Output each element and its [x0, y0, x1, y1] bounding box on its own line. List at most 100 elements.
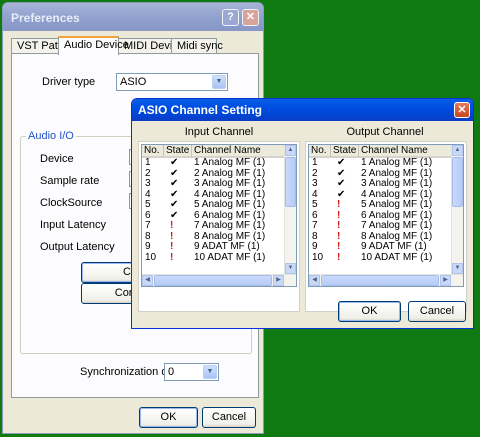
channel-number: 3 — [312, 178, 318, 189]
input-channel-list[interactable]: No. State Channel Name 1 ✔ 1 Analog MF (1)… — [141, 144, 297, 287]
channel-number: 9 — [312, 241, 318, 252]
list-item[interactable]: 10! 10 ADAT MF (1) — [309, 251, 451, 264]
input-vertical-scrollbar[interactable]: ▲ ▼ — [284, 145, 296, 274]
asio-body: Input Channel Output Channel No. State C… — [135, 121, 470, 325]
list-item[interactable]: 5 ✔ 5 Analog MF (1) — [142, 199, 284, 211]
scroll-thumb[interactable] — [285, 157, 296, 207]
preferences-ok-button[interactable]: OK — [139, 407, 198, 428]
sync-delay-select[interactable]: 0 ▼ — [164, 363, 219, 381]
warning-icon: ! — [170, 251, 174, 263]
preferences-titlebar[interactable]: Preferences ? ✕ — [3, 3, 263, 31]
channel-name: 10 ADAT MF (1) — [361, 251, 433, 263]
channel-number: 10 — [312, 251, 324, 263]
asio-close-button[interactable]: ✕ — [454, 102, 470, 118]
sync-delay-value: 0 — [168, 366, 175, 378]
list-item[interactable]: 5! 5 Analog MF (1) — [309, 199, 451, 211]
scroll-thumb[interactable] — [452, 157, 463, 207]
output-channel-list[interactable]: No. State Channel Name 1 ✔ 1 Analog MF (1)… — [308, 144, 464, 287]
preferences-cancel-button[interactable]: Cancel — [202, 407, 256, 428]
output-latency-label: Output Latency — [40, 241, 115, 253]
col-state[interactable]: State — [331, 145, 359, 158]
warning-icon: ! — [337, 241, 341, 252]
list-item[interactable]: 10! 10 ADAT MF (1) — [142, 251, 284, 264]
chevron-down-icon: ▼ — [212, 75, 226, 89]
check-icon: ✔ — [337, 178, 346, 189]
scroll-down-icon[interactable]: ▼ — [285, 263, 296, 274]
channel-name: 9 ADAT MF (1) — [194, 241, 260, 252]
list-item[interactable]: 1 ✔ 1 Analog MF (1) — [142, 157, 284, 169]
tab-audio-device[interactable]: Audio Device — [58, 36, 129, 55]
list-item[interactable]: 1 ✔ 1 Analog MF (1) — [309, 157, 451, 169]
tab-midi-sync[interactable]: Midi sync — [171, 38, 223, 54]
check-icon: ✔ — [170, 178, 179, 189]
warning-icon: ! — [337, 251, 341, 263]
scroll-thumb[interactable] — [321, 275, 439, 286]
output-list-rows: 1 ✔ 1 Analog MF (1) 2 ✔ 2 Analog MF (1) 3 ✔ 3 An… — [309, 157, 451, 264]
check-icon: ✔ — [170, 157, 179, 168]
output-vertical-scrollbar[interactable]: ▲ ▼ — [451, 145, 463, 274]
input-latency-label: Input Latency — [40, 219, 107, 231]
channel-number: 3 — [145, 178, 151, 189]
channel-number: 5 — [312, 199, 318, 210]
channel-number: 10 — [145, 251, 157, 263]
channel-name: 9 ADAT MF (1) — [361, 241, 427, 252]
asio-cancel-button[interactable]: Cancel — [408, 301, 466, 322]
channel-name: 1 Analog MF (1) — [194, 157, 266, 168]
tab-vst-path[interactable]: VST Path — [11, 38, 64, 54]
input-channel-title: Input Channel — [184, 126, 254, 138]
warning-icon: ! — [337, 199, 341, 210]
channel-number: 5 — [145, 199, 151, 210]
warning-icon: ! — [337, 220, 341, 231]
scroll-down-icon[interactable]: ▼ — [452, 263, 463, 274]
channel-number: 9 — [145, 241, 151, 252]
channel-name: 5 Analog MF (1) — [194, 199, 266, 210]
list-item[interactable]: 3 ✔ 3 Analog MF (1) — [142, 178, 284, 190]
scroll-left-icon[interactable]: ◀ — [309, 275, 320, 286]
scroll-up-icon[interactable]: ▲ — [452, 145, 463, 156]
channel-name: 1 Analog MF (1) — [361, 157, 433, 168]
check-icon: ✔ — [170, 199, 179, 210]
output-horizontal-scrollbar[interactable]: ◀ ▶ — [309, 274, 463, 286]
list-item[interactable]: 9! 9 ADAT MF (1) — [309, 241, 451, 253]
channel-number: 7 — [312, 220, 318, 231]
driver-type-label: Driver type — [42, 76, 96, 88]
help-button[interactable]: ? — [222, 9, 239, 26]
channel-number: 1 — [312, 157, 318, 168]
driver-type-value: ASIO — [120, 76, 147, 88]
channel-name: 5 Analog MF (1) — [361, 199, 433, 210]
clock-source-label: ClockSource — [40, 197, 103, 209]
list-item[interactable]: 7! 7 Analog MF (1) — [309, 220, 451, 232]
input-list-rows: 1 ✔ 1 Analog MF (1) 2 ✔ 2 Analog MF (1) 3 ✔ 3 An… — [142, 157, 284, 264]
preferences-close-button[interactable]: ✕ — [242, 9, 259, 26]
sample-rate-label: Sample rate — [40, 175, 100, 187]
device-label: Device — [40, 153, 74, 165]
output-channel-title: Output Channel — [346, 126, 424, 138]
list-item[interactable]: 3 ✔ 3 Analog MF (1) — [309, 178, 451, 190]
scroll-left-icon[interactable]: ◀ — [142, 275, 153, 286]
driver-type-select[interactable]: ASIO ▼ — [116, 73, 228, 91]
channel-name: 3 Analog MF (1) — [194, 178, 266, 189]
asio-ok-button[interactable]: OK — [338, 301, 401, 322]
preferences-title: Preferences — [11, 11, 80, 25]
scroll-up-icon[interactable]: ▲ — [285, 145, 296, 156]
chevron-down-icon: ▼ — [203, 365, 217, 379]
scroll-right-icon[interactable]: ▶ — [440, 275, 451, 286]
col-state[interactable]: State — [164, 145, 192, 158]
audio-io-title: Audio I/O — [26, 130, 76, 142]
scroll-right-icon[interactable]: ▶ — [273, 275, 284, 286]
channel-number: 1 — [145, 157, 151, 168]
channel-number: 7 — [145, 220, 151, 231]
input-horizontal-scrollbar[interactable]: ◀ ▶ — [142, 274, 296, 286]
check-icon: ✔ — [337, 157, 346, 168]
warning-icon: ! — [170, 220, 174, 231]
channel-name: 7 Analog MF (1) — [361, 220, 433, 231]
input-channel-frame: No. State Channel Name 1 ✔ 1 Analog MF (1)… — [138, 141, 300, 312]
channel-name: 3 Analog MF (1) — [361, 178, 433, 189]
asio-title: ASIO Channel Setting — [138, 103, 263, 117]
asio-titlebar[interactable]: ASIO Channel Setting ✕ — [132, 99, 473, 121]
scroll-thumb[interactable] — [154, 275, 272, 286]
list-item[interactable]: 7! 7 Analog MF (1) — [142, 220, 284, 232]
channel-name: 10 ADAT MF (1) — [194, 251, 266, 263]
output-channel-frame: No. State Channel Name 1 ✔ 1 Analog MF (1)… — [305, 141, 467, 312]
list-item[interactable]: 9! 9 ADAT MF (1) — [142, 241, 284, 253]
